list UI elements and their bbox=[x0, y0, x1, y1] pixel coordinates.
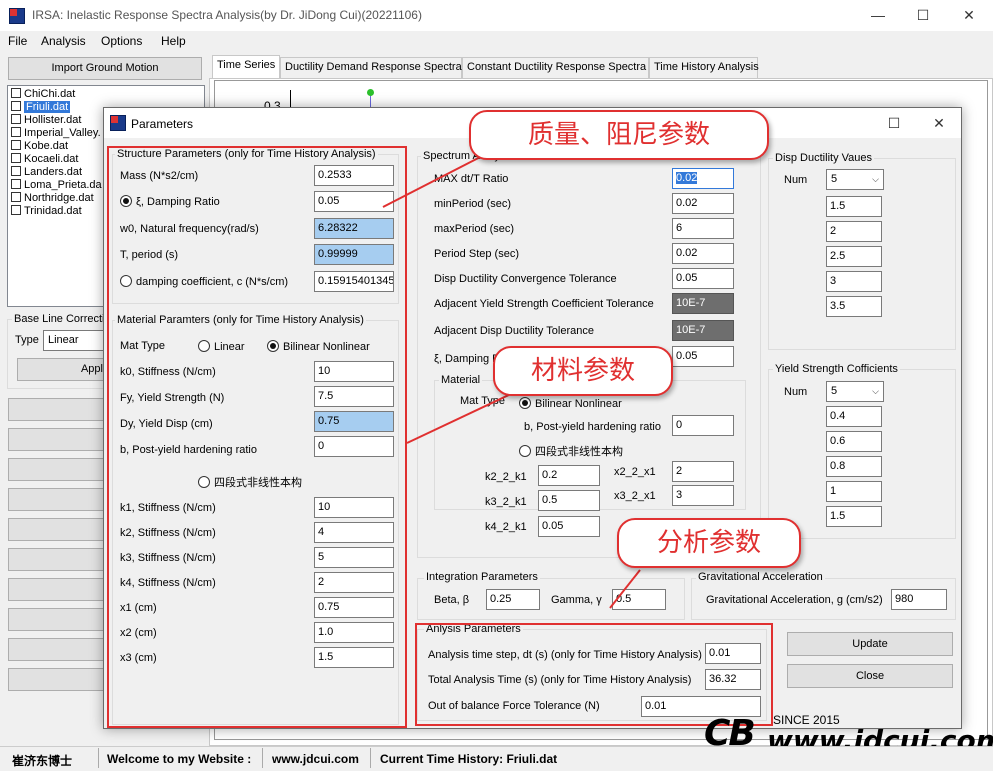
arrow-material bbox=[406, 391, 516, 444]
status-website[interactable]: www.jdcui.com bbox=[272, 752, 359, 766]
callout-analysis: 分析参数 bbox=[617, 518, 801, 568]
status-separator bbox=[262, 748, 263, 768]
status-current: Current Time History: Friuli.dat bbox=[380, 752, 558, 766]
arrow-analysis bbox=[609, 569, 641, 609]
status-author: 崔济东博士 bbox=[12, 754, 73, 768]
arrow-mass-damping bbox=[382, 151, 491, 208]
callout-mass-damping: 质量、阻尼参数 bbox=[469, 110, 769, 160]
callout-material: 材料参数 bbox=[493, 346, 673, 396]
status-separator bbox=[370, 748, 371, 768]
status-separator bbox=[98, 748, 99, 768]
status-welcome: Welcome to my Website : bbox=[107, 752, 252, 766]
